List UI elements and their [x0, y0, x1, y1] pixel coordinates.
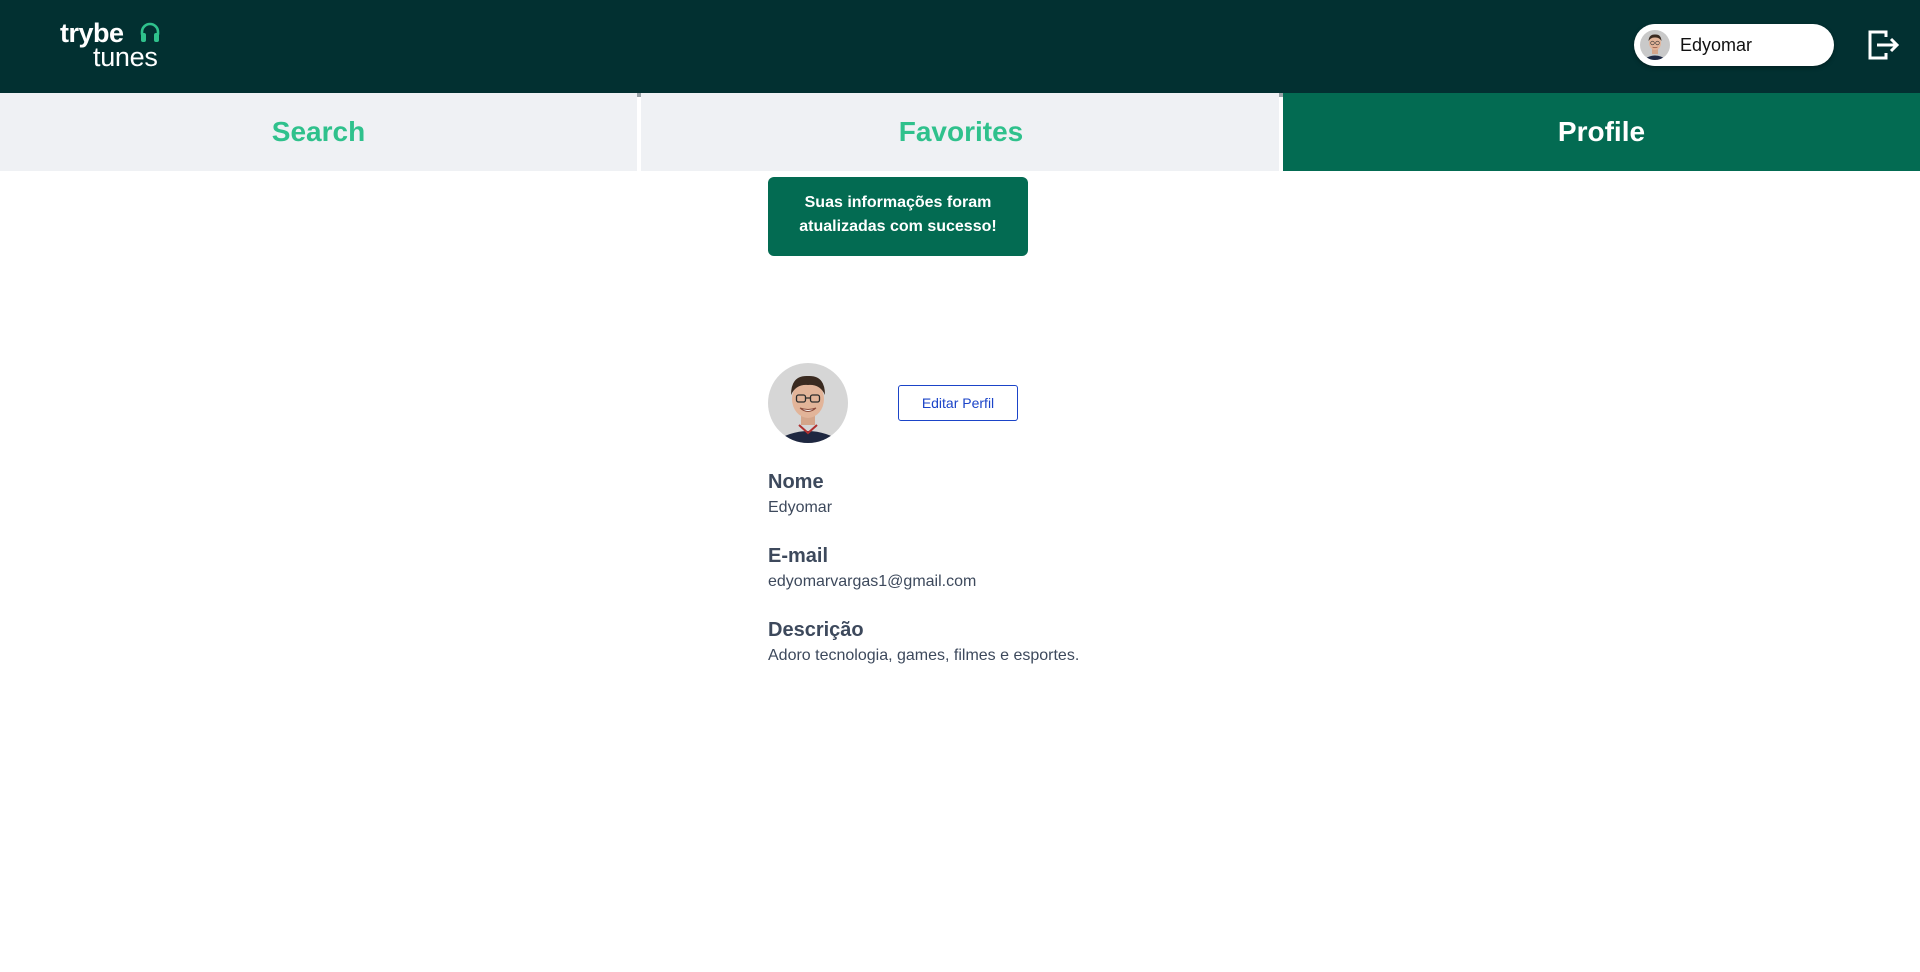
trybetunes-logo[interactable]: trybe tunes [60, 18, 170, 72]
name-value: Edyomar [768, 499, 833, 516]
tab-search[interactable]: Search [0, 93, 637, 171]
email-value: edyomarvargas1@gmail.com [768, 573, 977, 590]
toast-message-line1: Suas informações foram [804, 194, 992, 211]
logo-text-tunes: tunes [93, 42, 158, 72]
profile-avatar [768, 363, 848, 443]
user-avatar [1640, 30, 1670, 60]
headphones-icon [140, 22, 160, 42]
name-label: Nome [768, 471, 824, 493]
toast-message-line2: atualizadas com sucesso! [799, 218, 997, 235]
tab-profile[interactable]: Profile [1283, 93, 1920, 171]
tab-favorites[interactable]: Favorites [641, 93, 1281, 171]
navigation-tabs: Search Favorites Profile [0, 93, 1920, 171]
description-label: Descrição [768, 619, 864, 641]
logout-icon[interactable] [1866, 28, 1900, 62]
email-label: E-mail [768, 545, 829, 567]
user-profile-pill[interactable]: Edyomar [1634, 24, 1834, 66]
top-header: trybe tunes Edyomar [0, 0, 1920, 93]
edit-profile-button[interactable]: Editar Perfil [898, 385, 1018, 421]
success-toast: Suas informações foram atualizadas com s… [768, 177, 1028, 256]
user-name: Edyomar [1680, 35, 1753, 55]
description-value: Adoro tecnologia, games, filmes e esport… [768, 647, 1080, 664]
